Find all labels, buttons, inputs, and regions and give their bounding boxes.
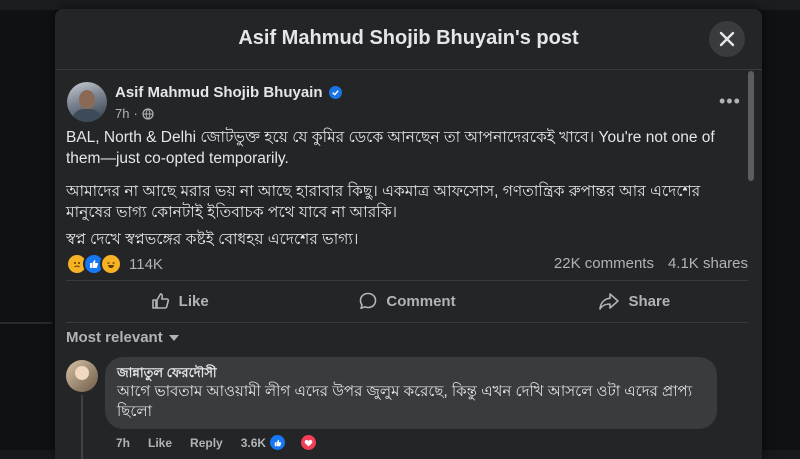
background-divider [0,322,52,324]
comments-count[interactable]: 22K comments [554,255,654,272]
verified-badge-icon [328,86,342,99]
post-paragraph: আমাদের না আছে মরার ভয় না আছে হারাবার কি… [66,183,701,221]
comment-button[interactable]: Comment [293,282,520,320]
haha-reaction-icon [100,253,122,275]
comment-like-button[interactable]: Like [148,436,172,450]
sort-label: Most relevant [66,329,163,346]
post-author[interactable]: Asif Mahmud Shojib Bhuyain [115,84,342,101]
comment-time[interactable]: 7h [116,436,130,450]
comment-bubble: জান্নাতুল ফেরদৌসী আগে ভাবতাম আওয়ামী লীগ… [105,357,717,429]
post-stats: 22K comments 4.1K shares [554,255,748,272]
globe-icon [142,107,154,120]
post-time[interactable]: 7h [115,106,129,121]
scrollbar-thumb[interactable] [748,71,754,181]
share-icon [599,293,620,310]
close-button[interactable] [709,21,745,57]
thread-line [81,395,83,459]
comment-reply-button[interactable]: Reply [190,436,223,450]
comment-icon [360,292,377,309]
post-meta: 7h · [115,106,154,121]
comment-meta: 7h Like Reply 3.6K [116,434,335,451]
share-button[interactable]: Share [521,282,748,320]
divider [66,280,748,281]
share-label: Share [628,292,671,310]
comment-reaction-count: 3.6K [240,435,267,450]
post-paragraph: BAL, North & Delhi জোটভুক্ত হয়ে যে কুমি… [66,129,715,167]
modal-title: Asif Mahmud Shojib Bhuyain's post [238,27,579,49]
reactions-summary[interactable]: 114K [66,253,163,275]
like-label: Like [178,292,209,310]
comment-label: Comment [386,292,456,310]
more-options-icon[interactable]: ••• [719,91,741,112]
comment-text: আগে ভাবতাম আওয়ামী লীগ এদের উপর জুলুম কর… [117,383,693,420]
like-reaction-icon [269,434,287,451]
comment-sort-dropdown[interactable]: Most relevant [66,329,179,346]
author-avatar[interactable] [67,82,107,122]
thumbs-up-icon [151,293,169,309]
author-name[interactable]: Asif Mahmud Shojib Bhuyain [115,84,323,101]
divider [66,322,748,323]
commenter-avatar[interactable] [66,360,98,392]
caret-down-icon [168,334,179,341]
post-actions: Like Comment Share [66,282,748,320]
scrollbar[interactable] [748,71,756,459]
reaction-count[interactable]: 114K [129,256,163,273]
like-button[interactable]: Like [66,282,293,320]
love-reaction-icon [300,434,318,451]
post-paragraph: স্বপ্ন দেখে স্বপ্নভঙ্গের কষ্টই বোধহয় এদ… [66,231,359,248]
close-icon [719,31,735,47]
comment-reactions[interactable]: 3.6K [241,434,335,451]
modal-header: Asif Mahmud Shojib Bhuyain's post [55,9,762,70]
shares-count[interactable]: 4.1K shares [668,255,748,272]
post-modal: Asif Mahmud Shojib Bhuyain's post Asif M… [55,9,762,459]
